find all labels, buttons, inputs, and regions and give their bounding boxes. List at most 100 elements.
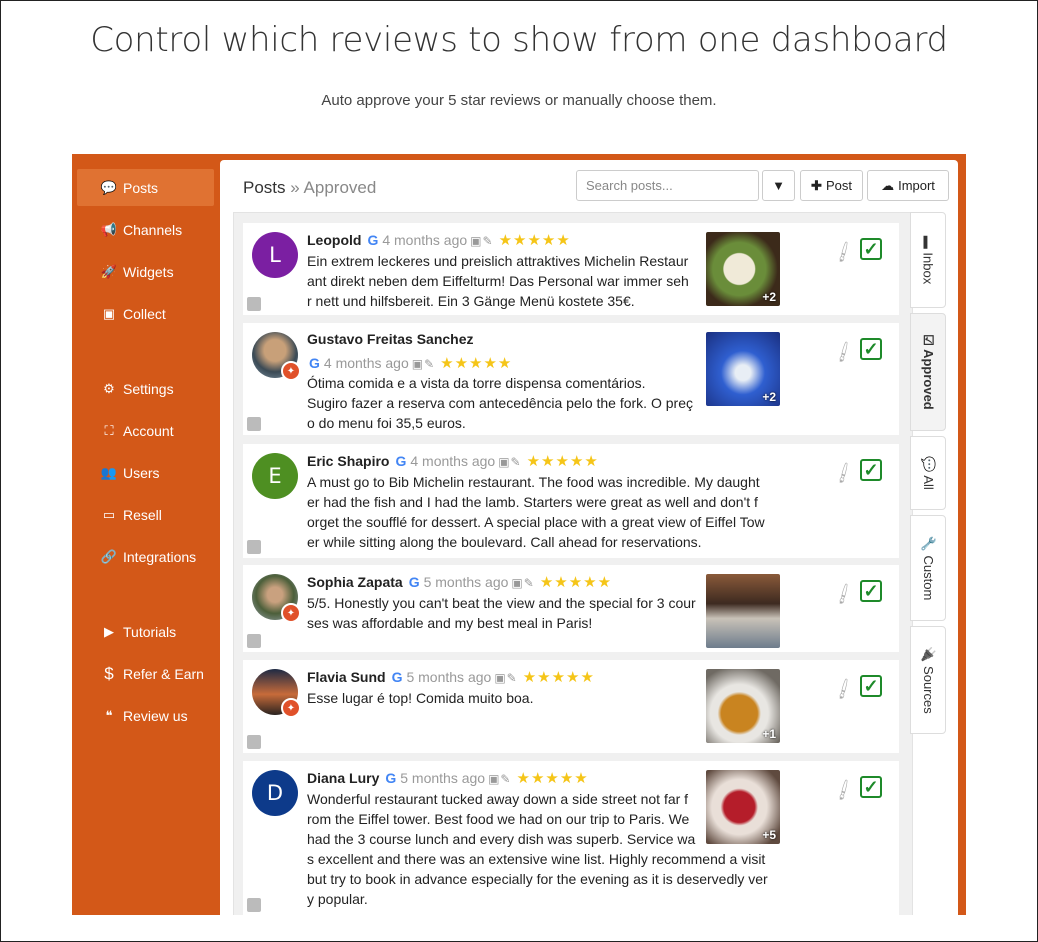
review-photo[interactable]: +1 [706, 669, 780, 743]
review-photo[interactable]: +5 [706, 770, 780, 844]
edit-icon[interactable]: ▣✎ [498, 455, 521, 469]
review-photo[interactable]: +2 [706, 232, 780, 306]
avatar: D [252, 770, 298, 816]
search-input[interactable] [576, 170, 759, 201]
breadcrumb: Posts » Approved [243, 178, 376, 198]
review-card: ✦ Flavia Sund G 5 months ago ▣✎ ★★★★★ Esse l… [243, 660, 899, 753]
add-post-label: Post [825, 178, 852, 193]
review-text: Ótima comida e a vista da torre dispensa… [307, 375, 693, 431]
tab-inbox[interactable]: ▬ Inbox [910, 212, 946, 308]
review-text: A must go to Bib Michelin restaurant. Th… [307, 474, 765, 550]
tab-approved[interactable]: ☑ Approved [910, 313, 946, 431]
edit-icon[interactable]: ▣✎ [412, 357, 435, 371]
review-list: L Leopold G 4 months ago ▣✎ ★★★★★ Ein extrem… [233, 212, 913, 915]
sidebar-item-posts[interactable]: 💬 Posts [77, 169, 214, 206]
select-checkbox[interactable] [247, 297, 261, 311]
sidebar-item-integrations[interactable]: 🔗 Integrations [77, 538, 214, 575]
tab-custom[interactable]: 🔧 Custom [910, 515, 946, 621]
review-card: L Leopold G 4 months ago ▣✎ ★★★★★ Ein extrem… [243, 223, 899, 315]
star-rating: ★★★★★ [522, 669, 595, 686]
tab-sources[interactable]: 🔌 Sources [910, 626, 946, 734]
sidebar-item-refer-earn[interactable]: $ Refer & Earn [77, 655, 214, 692]
import-button[interactable]: ☁ Import [867, 170, 949, 201]
video-icon: ▶ [104, 623, 114, 639]
add-post-button[interactable]: ✚ Post [800, 170, 863, 201]
wrench-icon: 🔧 [921, 535, 936, 552]
sidebar-item-widgets[interactable]: 🚀 Widgets [77, 253, 214, 290]
rocket-icon: 🚀 [100, 263, 118, 279]
sidebar-item-users[interactable]: 👥 Users [77, 454, 214, 491]
approve-checkbox[interactable]: ✓ [860, 238, 882, 260]
review-meta: Sophia Zapata G 5 months ago ▣✎ ★★★★★ [307, 573, 612, 592]
sidebar-item-resell[interactable]: ▭ Resell [77, 496, 214, 533]
star-rating: ★★★★★ [539, 574, 613, 591]
brush-icon[interactable]: 🖌 [831, 581, 856, 606]
sidebar-item-collect[interactable]: ▣ Collect [77, 295, 214, 332]
brush-icon[interactable]: 🖌 [831, 460, 856, 485]
source-badge-icon: ✦ [281, 603, 301, 623]
brush-icon[interactable]: 🖌 [831, 339, 856, 364]
review-text: Esse lugar é top! Comida muito boa. [307, 690, 534, 706]
review-time: 5 months ago [406, 669, 492, 685]
breadcrumb-title: Posts [243, 178, 286, 197]
filter-button[interactable]: ▼ [762, 170, 795, 201]
select-checkbox[interactable] [247, 417, 261, 431]
approve-checkbox[interactable]: ✓ [860, 776, 882, 798]
sidebar-item-settings[interactable]: ⚙ Settings [77, 370, 214, 407]
edit-icon[interactable]: ▣✎ [494, 671, 517, 685]
tab-all[interactable]: 💬 All [910, 436, 946, 510]
edit-icon[interactable]: ▣✎ [511, 576, 534, 590]
sidebar-item-account[interactable]: ⛶ Account [77, 412, 214, 449]
photo-count: +1 [762, 727, 776, 741]
brush-icon[interactable]: 🖌 [831, 777, 856, 802]
review-time: 5 months ago [423, 574, 509, 590]
google-icon: G [395, 453, 407, 469]
comments-icon: 💬 [921, 456, 936, 473]
tab-label: Sources [921, 666, 936, 714]
sidebar-item-label: Channels [123, 221, 183, 238]
reviewer-name: Sophia Zapata [307, 574, 403, 590]
approve-checkbox[interactable]: ✓ [860, 675, 882, 697]
sidebar: 💬 Posts 📢 Channels 🚀 Widgets ▣ Collect ⚙ Sett… [72, 154, 216, 915]
sidebar-item-label: Posts [123, 179, 159, 196]
review-text: Ein extrem leckeres und preislich attrak… [307, 253, 689, 309]
sidebar-item-review-us[interactable]: ❝ Review us [77, 697, 214, 734]
cogs-icon: ⚙ [103, 380, 115, 396]
users-icon: 👥 [100, 464, 118, 480]
review-text: 5/5. Honestly you can't beat the view an… [307, 595, 696, 631]
quote-icon: ❝ [105, 707, 113, 723]
brush-icon[interactable]: 🖌 [831, 239, 856, 264]
sidebar-item-tutorials[interactable]: ▶ Tutorials [77, 613, 214, 650]
avatar: ✦ [252, 669, 301, 718]
approve-checkbox[interactable]: ✓ [860, 338, 882, 360]
brush-icon[interactable]: 🖌 [831, 676, 856, 701]
cloud-upload-icon: ☁ [881, 177, 895, 193]
edit-icon[interactable]: ▣✎ [470, 234, 493, 248]
sidebar-item-label: Settings [123, 380, 174, 397]
review-photo[interactable] [706, 574, 780, 648]
source-badge-icon: ✦ [281, 361, 301, 381]
review-photo[interactable]: +2 [706, 332, 780, 406]
import-label: Import [898, 178, 935, 193]
approve-checkbox[interactable]: ✓ [860, 580, 882, 602]
review-meta-line: G4 months ago ▣✎ ★★★★★ [309, 354, 512, 373]
sidebar-item-channels[interactable]: 📢 Channels [77, 211, 214, 248]
avatar: ✦ [252, 574, 301, 623]
select-checkbox[interactable] [247, 540, 261, 554]
avatar: ✦ [252, 332, 301, 381]
select-checkbox[interactable] [247, 898, 261, 912]
avatar: L [252, 232, 298, 278]
select-checkbox[interactable] [247, 634, 261, 648]
reviewer-name: Eric Shapiro [307, 453, 390, 469]
select-checkbox[interactable] [247, 735, 261, 749]
approve-checkbox[interactable]: ✓ [860, 459, 882, 481]
sidebar-item-label: Review us [123, 707, 188, 724]
edit-icon[interactable]: ▣✎ [488, 772, 511, 786]
reviewer-name: Gustavo Freitas Sanchez [307, 331, 474, 347]
review-time: 4 months ago [382, 232, 468, 248]
dollar-icon: $ [104, 663, 114, 683]
photo-count: +2 [762, 390, 776, 404]
star-rating: ★★★★★ [440, 355, 513, 372]
review-card: D Diana Lury G 5 months ago ▣✎ ★★★★★ Wonderf… [243, 761, 899, 915]
check-square-icon: ☑ [921, 334, 936, 346]
